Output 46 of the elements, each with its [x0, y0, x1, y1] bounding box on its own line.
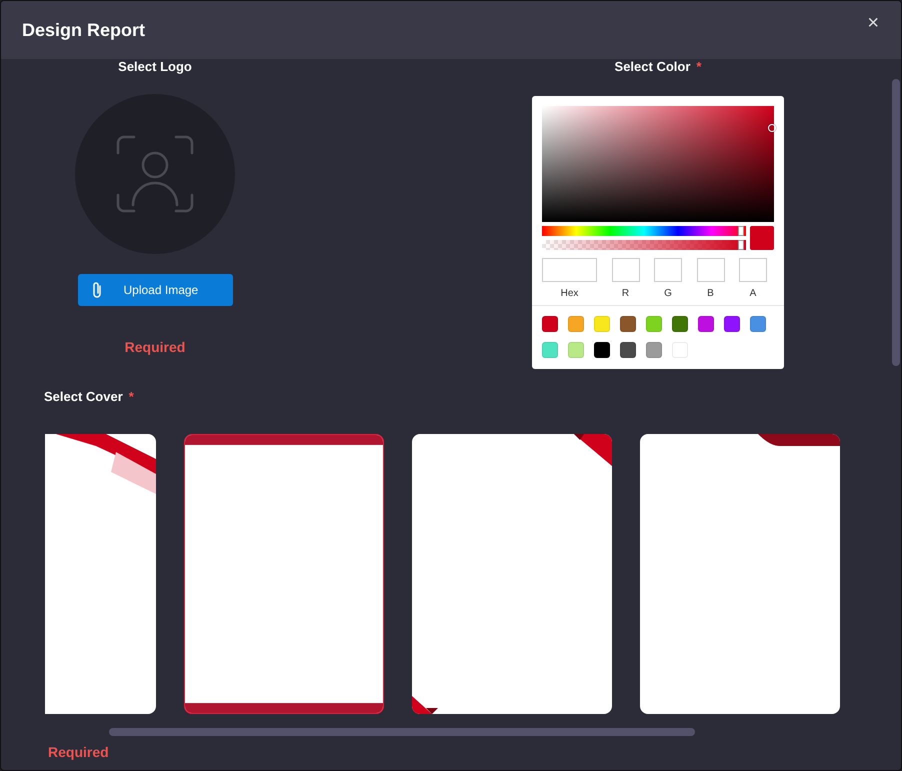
picker-handle[interactable] [768, 124, 776, 132]
color-swatch[interactable] [568, 342, 584, 358]
field-label: A [750, 288, 756, 299]
close-button[interactable]: × [863, 12, 883, 34]
color-value-field[interactable] [739, 258, 767, 282]
color-value-field[interactable] [612, 258, 640, 282]
color-swatch[interactable] [698, 316, 714, 332]
face-scan-icon [116, 135, 194, 213]
color-label: Select Color [614, 59, 690, 74]
saturation-area[interactable] [542, 106, 774, 222]
alpha-slider[interactable] [542, 240, 746, 250]
color-swatch[interactable] [620, 316, 636, 332]
cover-label: Select Cover [44, 389, 123, 404]
cover-template[interactable] [184, 434, 384, 714]
color-swatch[interactable] [646, 316, 662, 332]
color-swatch[interactable] [542, 342, 558, 358]
horizontal-scrollbar[interactable] [109, 728, 695, 736]
color-swatch[interactable] [646, 342, 662, 358]
color-swatch[interactable] [542, 316, 558, 332]
color-swatch[interactable] [620, 342, 636, 358]
hue-thumb[interactable] [738, 226, 744, 236]
alpha-thumb[interactable] [738, 240, 744, 250]
color-swatch[interactable] [568, 316, 584, 332]
field-label: Hex [560, 288, 578, 299]
cover-corner-drawing [574, 434, 612, 466]
required-mark: * [128, 389, 134, 404]
color-value-field[interactable] [696, 258, 724, 282]
color-swatch[interactable] [750, 316, 766, 332]
error-text: Required [124, 339, 186, 355]
field-label: R [622, 288, 630, 299]
field-label: G [664, 288, 672, 299]
hue-slider[interactable] [542, 226, 746, 236]
color-swatch[interactable] [724, 316, 740, 332]
vertical-scrollbar[interactable] [892, 79, 900, 366]
color-value-field[interactable] [542, 258, 597, 282]
error-text: Required [48, 744, 110, 760]
required-mark: * [696, 59, 702, 74]
logo-label: Select Logo [118, 59, 192, 74]
cover-corner-drawing [412, 696, 438, 714]
color-value-field[interactable] [654, 258, 682, 282]
color-swatch[interactable] [594, 316, 610, 332]
upload-image-button[interactable]: Upload Image [78, 274, 232, 306]
field-label: B [707, 288, 714, 299]
color-swatch[interactable] [594, 342, 610, 358]
window-title: Design Report [22, 20, 146, 40]
color-swatch[interactable] [672, 316, 688, 332]
